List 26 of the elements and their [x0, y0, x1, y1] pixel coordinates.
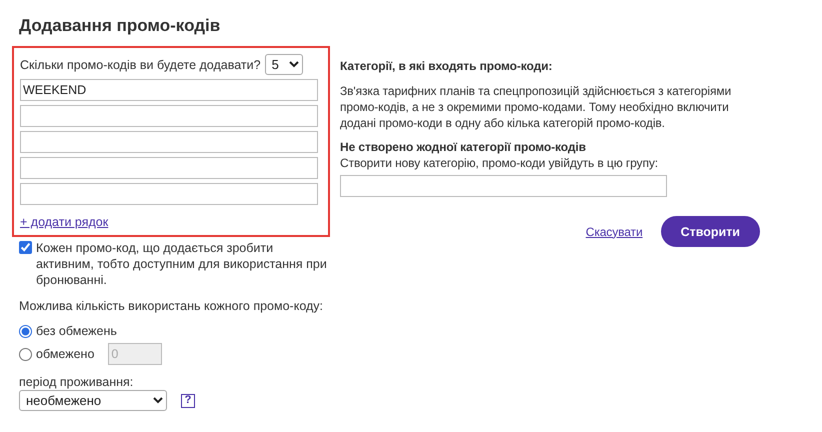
radio-label: обмежено [36, 346, 94, 362]
cancel-link[interactable]: Скасувати [586, 224, 643, 238]
radio-label: без обмежень [36, 323, 117, 339]
new-category-label: Створити нову категорію, промо-коди увійдуть в цю групу: [340, 155, 659, 171]
promo-code-field[interactable] [20, 105, 318, 127]
count-select[interactable]: 5 [264, 54, 303, 75]
category-name-field[interactable] [340, 175, 667, 197]
create-button[interactable]: Створити [660, 216, 760, 247]
count-label: Скільки промо-кодів ви будете додавати? [20, 56, 261, 72]
usage-radio[interactable] [19, 325, 32, 338]
period-select[interactable]: необмежено [19, 390, 167, 411]
period-label: період проживання: [19, 374, 134, 390]
categories-description: Зв'язка тарифних планів та спецпропозицій здійснюється з категоріями промо-кодів, а не з окремими промо-кодами. Тому необхідно включити додані промо-коди в одну або кілька категорій промо-кодів. [340, 83, 732, 131]
add-row-link[interactable]: + додати рядок [20, 215, 318, 229]
usage-radio[interactable] [19, 348, 32, 361]
promo-code-field[interactable] [20, 183, 318, 205]
active-checkbox[interactable] [19, 241, 32, 254]
promo-code-field[interactable]: WEEKEND [20, 79, 318, 101]
page-title: Додавання промо-кодів [19, 16, 222, 36]
categories-heading: Категорії, в які входять промо-коди: [340, 58, 554, 74]
promo-code-field[interactable] [20, 157, 318, 179]
help-button[interactable]: ? [181, 394, 195, 408]
promo-code-field[interactable] [20, 131, 318, 153]
active-label: Кожен промо-код, що додається зробити активним, тобто доступним для використання при бронюванні. [36, 240, 328, 288]
empty-heading: Не створено жодної категорії промо-кодів [340, 139, 587, 155]
usage-label: Можлива кількість використань кожного промо-коду: [19, 298, 324, 314]
